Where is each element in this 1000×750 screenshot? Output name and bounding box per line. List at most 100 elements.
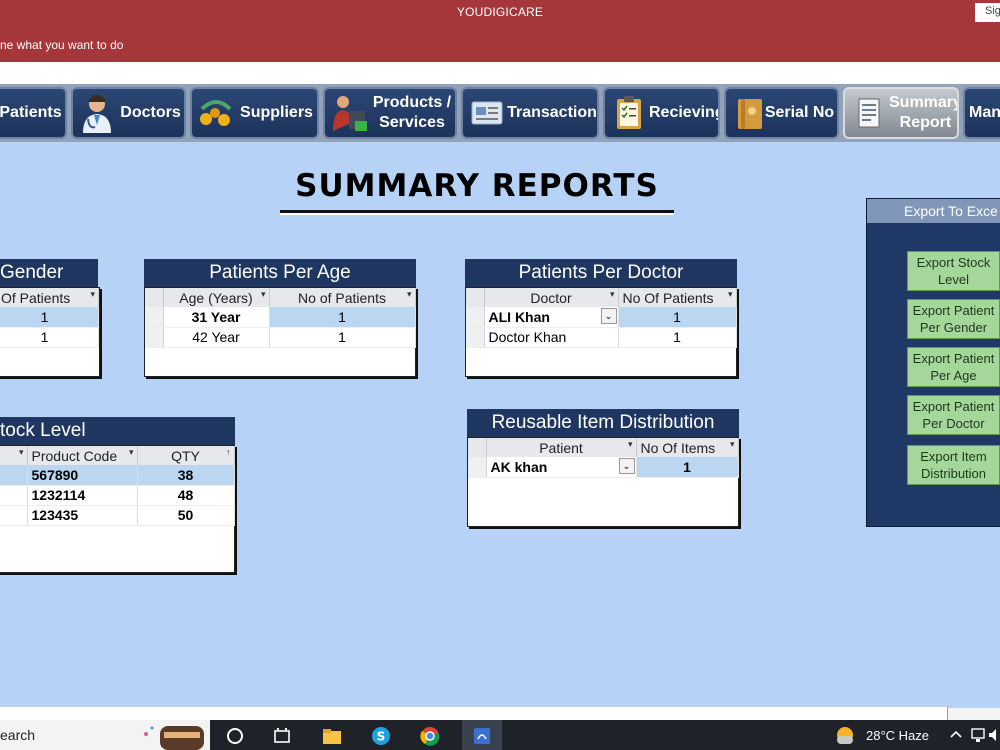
nav-bar: Patients Doctors Suppliers Products / Ser… [0,84,1000,142]
column-header[interactable]: Age (Years) ▾ [163,288,270,307]
row-selector[interactable] [145,307,164,328]
nav-recieving-button[interactable]: Recieving [603,87,720,139]
taskbar: earch S 28°C Haze [0,720,1000,750]
skype-icon[interactable]: S [370,725,392,747]
column-header[interactable]: Product Code ▾ [27,446,138,465]
table-cell[interactable]: Doctor Khan [484,327,619,348]
nav-transaction-button[interactable]: Transaction [461,87,599,139]
export-stock-level-button[interactable]: Export Stock Level [907,251,1000,291]
nav-serial-no-button[interactable]: Serial No [724,87,839,139]
column-header[interactable]: Doctor ▾ [484,288,619,307]
search-highlight-icon [144,726,204,750]
row-selector[interactable] [145,327,164,348]
table-cell[interactable]: 1 [636,457,739,478]
select-all-corner[interactable] [466,288,485,307]
export-patient-per-doctor-button[interactable]: Export Patient Per Doctor [907,395,1000,435]
weather-text[interactable]: 28°C Haze [866,728,929,743]
table-cell[interactable]: 48 [137,485,235,506]
row-selector[interactable] [466,327,485,348]
table-cell[interactable] [0,465,28,486]
horizontal-scrollbar[interactable] [0,706,948,720]
chevron-down-icon[interactable]: ⌄ [600,308,617,324]
suppliers-icon [200,100,232,126]
age-card: Age (Years) ▾ No of Patients ▾ 31 Year 1 4… [144,287,416,377]
stock-card: ▾ Product Code ▾ QTY ↑ 567890 38 1232114 4… [0,445,235,573]
column-header[interactable]: QTY ↑ [137,446,235,465]
row-selector[interactable] [466,307,485,328]
table-cell[interactable]: 1 [618,327,737,348]
nav-label: Patients [0,104,62,121]
export-patient-per-age-button[interactable]: Export Patient Per Age [907,347,1000,387]
export-item-distribution-button[interactable]: Export Item Distribution [907,445,1000,485]
patient-combo[interactable]: AK khan ⌄ [486,457,637,478]
taskbar-search[interactable]: earch [0,720,210,750]
doctor-table: Doctor ▾ No Of Patients ▾ ALI Khan ⌄ 1 Doct… [466,288,737,348]
title-underline [280,210,674,213]
chevron-up-icon[interactable] [948,726,964,744]
table-cell[interactable]: 567890 [27,465,138,486]
gender-card: Of Patients ▾ 1 1 [0,287,100,377]
nav-label: Doctors [120,104,181,121]
nav-label: Transaction [507,104,597,121]
formula-strip [0,62,1000,84]
reusable-card: Patient ▾ No Of Items ▾ AK khan ⌄ 1 [467,437,739,527]
nav-products-services-button[interactable]: Products / Services [323,87,457,139]
nav-patients-button[interactable]: Patients [0,87,67,139]
volume-icon[interactable] [988,726,1000,744]
table-cell[interactable] [0,505,28,526]
table-cell[interactable]: 123435 [27,505,138,526]
clipboard-icon [617,96,641,129]
title-bar: YOUDIGICARE ne what you want to do Sig [0,0,1000,62]
chrome-icon[interactable] [419,725,441,747]
column-header[interactable]: No Of Items ▾ [636,438,739,457]
nav-suppliers-button[interactable]: Suppliers [190,87,319,139]
table-cell[interactable]: 1 [0,327,99,348]
nav-label: Products / Services [372,94,452,131]
table-cell[interactable]: 31 Year [163,307,270,328]
page-title: SUMMARY REPORTS [295,168,659,204]
table-cell[interactable]: 42 Year [163,327,270,348]
export-patient-per-gender-button[interactable]: Export Patient Per Gender [907,299,1000,339]
gender-table: Of Patients ▾ 1 1 [0,288,99,348]
select-all-corner[interactable] [145,288,164,307]
table-cell[interactable]: 1232114 [27,485,138,506]
table-cell[interactable]: 38 [137,465,235,486]
nav-label: Man [969,104,1000,121]
table-cell[interactable]: 1 [0,307,99,328]
reusable-card-title: Reusable Item Distribution [467,409,739,437]
table-cell[interactable]: 50 [137,505,235,526]
file-explorer-icon[interactable] [321,725,343,747]
column-header[interactable]: No of Patients ▾ [269,288,416,307]
nav-label: Recieving [649,104,720,121]
table-cell[interactable]: 1 [618,307,737,328]
stock-card-title: tock Level [0,417,235,445]
taskbar-active-app[interactable] [462,720,502,750]
row-selector[interactable] [468,457,487,478]
tell-me-search[interactable]: ne what you want to do [0,38,123,52]
gender-card-title: Gender [0,259,98,287]
nav-man-button[interactable]: Man [963,87,1000,139]
table-cell[interactable] [0,485,28,506]
task-view-circle-icon[interactable] [224,725,246,747]
nav-label: Suppliers [240,104,313,121]
export-panel: Export To Exce Export Stock Level Export … [866,198,1000,527]
column-header[interactable]: No Of Patients ▾ [618,288,737,307]
nav-doctors-button[interactable]: Doctors [71,87,186,139]
doctor-combo[interactable]: ALI Khan ⌄ [484,307,619,328]
network-icon[interactable] [970,726,986,744]
table-cell[interactable]: 1 [269,307,416,328]
weather-icon[interactable] [834,724,856,746]
main-area: SUMMARY REPORTS Gender Of Patients ▾ 1 1 … [0,142,1000,708]
doctor-card: Doctor ▾ No Of Patients ▾ ALI Khan ⌄ 1 Doct… [465,287,737,377]
column-header[interactable]: Of Patients ▾ [0,288,99,307]
app-icon [474,728,490,744]
column-header[interactable]: ▾ [0,446,28,465]
sign-in-button[interactable]: Sig [975,3,1000,22]
task-view-icon[interactable] [271,725,293,747]
chevron-down-icon[interactable]: ⌄ [618,458,635,474]
nav-summary-report-button[interactable]: Summary Report [843,87,959,139]
column-header[interactable]: Patient ▾ [486,438,637,457]
table-cell[interactable]: 1 [269,327,416,348]
reusable-table: Patient ▾ No Of Items ▾ AK khan ⌄ 1 [468,438,739,478]
select-all-corner[interactable] [468,438,487,457]
